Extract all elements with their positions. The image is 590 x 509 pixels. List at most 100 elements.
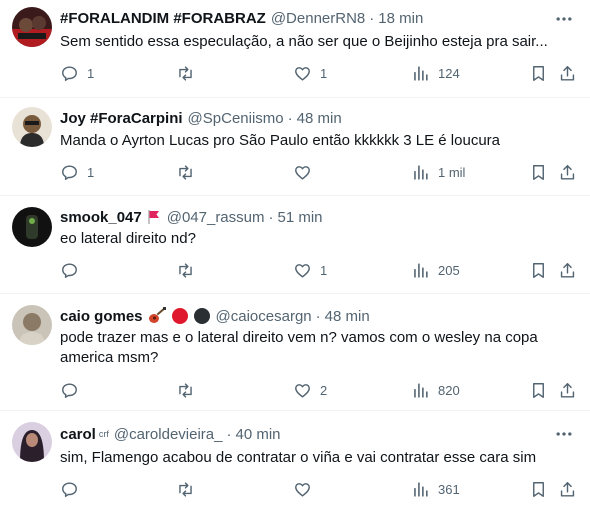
bookmark-icon	[529, 261, 548, 280]
user-handle[interactable]: @caroldevieira_	[114, 426, 223, 443]
like-button[interactable]: 1	[293, 260, 327, 280]
avatar[interactable]	[12, 305, 52, 345]
like-count: 1	[320, 65, 328, 81]
more-icon[interactable]	[554, 9, 574, 29]
display-name[interactable]: #FORALANDIM #FORABRAZ	[60, 10, 266, 27]
timestamp[interactable]: 18 min	[378, 10, 423, 27]
tweet-text: sim, Flamengo acabou de contratar o viña…	[60, 449, 537, 466]
share-icon	[558, 261, 577, 280]
action-bar: 2 820	[52, 380, 582, 400]
views-button[interactable]: 820	[411, 380, 460, 400]
views-icon	[411, 163, 430, 182]
tweet-reply[interactable]: smook_047 @047_rassum · 51 min eo latera…	[0, 196, 590, 294]
like-button[interactable]	[293, 479, 320, 499]
reply-button[interactable]: 1	[60, 63, 94, 83]
avatar[interactable]	[12, 422, 52, 462]
reply-button[interactable]: 1	[60, 162, 94, 182]
views-count: 820	[438, 382, 460, 398]
user-handle[interactable]: @SpCeniismo	[188, 110, 284, 127]
red-flag-icon	[146, 209, 162, 225]
share-button[interactable]	[558, 63, 577, 83]
views-icon	[411, 261, 430, 280]
share-button[interactable]	[558, 260, 577, 280]
user-handle[interactable]: @caiocesargn	[216, 308, 312, 325]
share-button[interactable]	[558, 380, 577, 400]
display-name[interactable]: carol	[60, 426, 96, 443]
user-handle[interactable]: @047_rassum	[167, 209, 265, 226]
heart-icon	[293, 381, 312, 400]
tweet-header: smook_047 @047_rassum · 51 min	[60, 206, 323, 228]
more-icon[interactable]	[554, 424, 574, 444]
retweet-icon	[176, 163, 195, 182]
action-bar: 1 205	[52, 260, 582, 280]
bookmark-button[interactable]	[529, 380, 548, 400]
avatar[interactable]	[12, 207, 52, 247]
display-name[interactable]: caio gomes	[60, 308, 143, 325]
like-button[interactable]	[293, 162, 320, 182]
timestamp[interactable]: 40 min	[235, 426, 280, 443]
retweet-icon	[176, 64, 195, 83]
retweet-button[interactable]	[176, 479, 203, 499]
retweet-button[interactable]	[176, 162, 203, 182]
timestamp[interactable]: 51 min	[278, 209, 323, 226]
guitar-icon	[147, 307, 167, 325]
tweet-reply[interactable]: Joy #ForaCarpini @SpCeniismo · 48 min Ma…	[0, 98, 590, 196]
bookmark-button[interactable]	[529, 260, 548, 280]
retweet-icon	[176, 480, 195, 499]
views-button[interactable]: 361	[411, 479, 460, 499]
display-name[interactable]: smook_047	[60, 209, 142, 226]
bookmark-icon	[529, 64, 548, 83]
black-circle-icon	[193, 307, 211, 325]
views-count: 124	[438, 65, 460, 81]
tweet-text: pode trazer mas e o lateral direito vem …	[60, 329, 542, 366]
views-button[interactable]: 124	[411, 63, 460, 83]
timestamp[interactable]: 48 min	[325, 308, 370, 325]
separator-dot: ·	[268, 208, 274, 226]
retweet-button[interactable]	[176, 260, 203, 280]
tweet-text: Sem sentido essa especulação, a não ser …	[60, 33, 548, 50]
like-button[interactable]: 1	[293, 63, 327, 83]
bookmark-button[interactable]	[529, 479, 548, 499]
reply-icon	[60, 261, 79, 280]
tweet-reply[interactable]: carol crf @caroldevieira_ · 40 min sim, …	[0, 411, 590, 509]
share-icon	[558, 480, 577, 499]
separator-dot: ·	[369, 9, 375, 27]
retweet-icon	[176, 381, 195, 400]
heart-icon	[293, 261, 312, 280]
share-button[interactable]	[558, 479, 577, 499]
tweet-reply[interactable]: #FORALANDIM #FORABRAZ @DennerRN8 · 18 mi…	[0, 0, 590, 98]
like-count: 2	[320, 382, 328, 398]
bookmark-icon	[529, 381, 548, 400]
retweet-button[interactable]	[176, 380, 203, 400]
tweet-text: Manda o Ayrton Lucas pro São Paulo então…	[60, 132, 500, 149]
timestamp[interactable]: 48 min	[297, 110, 342, 127]
tweet-reply[interactable]: caio gomes @caiocesargn · 48 min pode tr…	[0, 294, 590, 411]
tweet-header: caio gomes @caiocesargn · 48 min	[60, 305, 370, 327]
reply-button[interactable]	[60, 260, 87, 280]
retweet-button[interactable]	[176, 63, 203, 83]
views-button[interactable]: 1 mil	[411, 162, 465, 182]
share-icon	[558, 64, 577, 83]
replies-feed: #FORALANDIM #FORABRAZ @DennerRN8 · 18 mi…	[0, 0, 590, 509]
action-bar: 1 1 124	[52, 63, 582, 83]
red-circle-icon	[171, 307, 189, 325]
views-count: 1 mil	[438, 164, 466, 180]
display-name[interactable]: Joy #ForaCarpini	[60, 110, 183, 127]
reply-button[interactable]	[60, 479, 87, 499]
like-button[interactable]: 2	[293, 380, 327, 400]
bookmark-button[interactable]	[529, 63, 548, 83]
share-button[interactable]	[558, 162, 577, 182]
reply-icon	[60, 163, 79, 182]
views-icon	[411, 480, 430, 499]
views-icon	[411, 64, 430, 83]
reply-button[interactable]	[60, 380, 87, 400]
reply-count: 1	[87, 164, 95, 180]
avatar[interactable]	[12, 7, 52, 47]
views-icon	[411, 381, 430, 400]
bookmark-button[interactable]	[529, 162, 548, 182]
share-icon	[558, 163, 577, 182]
views-button[interactable]: 205	[411, 260, 460, 280]
reply-icon	[60, 381, 79, 400]
user-handle[interactable]: @DennerRN8	[271, 10, 365, 27]
avatar[interactable]	[12, 107, 52, 147]
